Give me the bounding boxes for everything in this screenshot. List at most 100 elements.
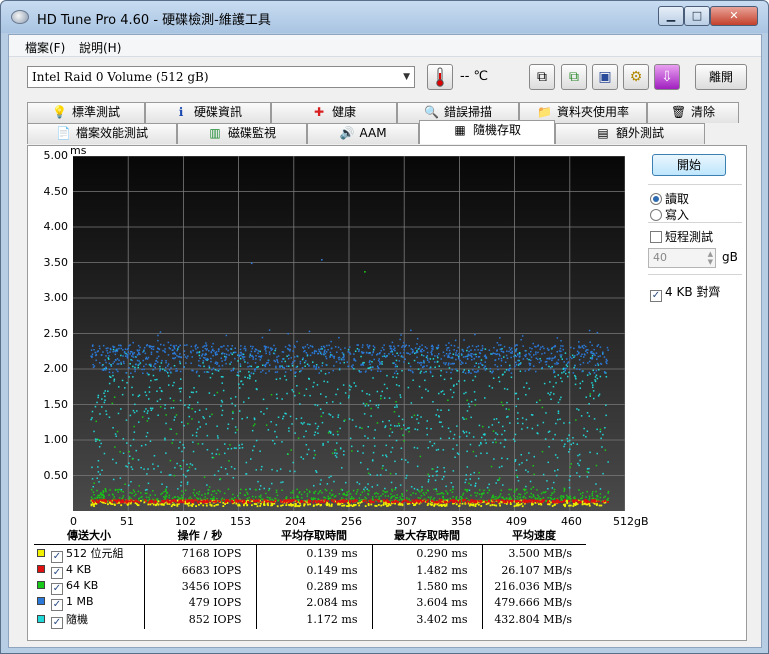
close-button[interactable]: ✕ (710, 6, 758, 26)
menu-help[interactable]: 說明(H) (79, 39, 121, 56)
series-checkbox[interactable]: ✓ (51, 550, 63, 563)
exit-button[interactable]: 離開 (695, 64, 747, 90)
series-checkbox[interactable]: ✓ (51, 582, 63, 595)
data-point (246, 504, 249, 506)
download-button[interactable]: ⇩ (654, 64, 680, 90)
data-point (174, 466, 176, 469)
data-point (467, 353, 470, 356)
tab-bottom-3[interactable]: ▦ 隨機存取 (419, 120, 555, 144)
data-point (95, 354, 97, 357)
tab-bottom-4[interactable]: ▤ 額外測試 (555, 123, 705, 144)
data-point (412, 350, 414, 353)
read-radio[interactable]: 讀取 (650, 190, 689, 207)
data-point (491, 504, 494, 506)
copy-image-icon: ⧉ (569, 69, 579, 85)
data-point (216, 362, 219, 364)
data-point (136, 504, 139, 506)
data-point (401, 504, 404, 507)
copy-text-button[interactable]: ⧉ (529, 64, 555, 90)
data-point (423, 349, 425, 352)
data-point (240, 380, 242, 383)
data-point (262, 398, 265, 401)
data-point (90, 418, 92, 421)
data-point (588, 371, 590, 374)
data-point (257, 480, 259, 483)
short-stroke-checkbox[interactable]: 短程測試 (650, 228, 713, 245)
data-point (446, 492, 449, 494)
data-point (410, 348, 413, 350)
data-point (566, 498, 568, 500)
data-point (567, 361, 570, 363)
data-point (292, 490, 294, 492)
data-point (230, 370, 233, 372)
data-point (280, 504, 282, 507)
data-point (128, 462, 130, 464)
data-point (463, 339, 465, 341)
data-point (257, 366, 259, 368)
start-button[interactable]: 開始 (652, 154, 726, 176)
data-point (389, 351, 392, 353)
data-point (143, 365, 145, 368)
data-point (430, 496, 432, 498)
data-point (362, 364, 365, 366)
data-point (506, 401, 508, 404)
data-point (183, 492, 185, 495)
data-point (211, 490, 214, 493)
data-point (521, 417, 524, 419)
tab-bottom-0[interactable]: 📄 檔案效能測試 (27, 123, 177, 144)
data-point (138, 360, 140, 362)
title-bar[interactable]: HD Tune Pro 4.60 - 硬碟檢測-維護工具 ▁ □ ✕ (1, 1, 768, 33)
data-point (591, 494, 594, 497)
tab-top-2[interactable]: ✚ 健康 (271, 102, 397, 123)
menu-file[interactable]: 檔案(F) (25, 39, 65, 56)
align-4kb-checkbox[interactable]: ✓ 4 KB 對齊 (650, 283, 720, 302)
data-point (115, 435, 117, 437)
data-point (270, 394, 273, 396)
hd-tune-app-icon[interactable] (11, 10, 29, 24)
tab-bottom-2[interactable]: 🔊 AAM (307, 123, 419, 144)
data-point (292, 390, 295, 393)
data-point (337, 388, 339, 391)
data-point (176, 349, 178, 352)
data-point (604, 372, 606, 374)
data-point (325, 396, 327, 398)
short-stroke-spinner[interactable]: 40 ▲ ▼ (648, 248, 716, 268)
data-point (334, 449, 337, 451)
data-point (503, 500, 506, 502)
tab-bottom-1[interactable]: ▥ 磁碟監視 (177, 123, 307, 144)
tab-top-5[interactable]: 🗑 清除 (647, 102, 739, 123)
data-point (532, 465, 534, 467)
data-point (353, 382, 355, 384)
spinner-arrows-icon[interactable]: ▲ ▼ (708, 250, 713, 266)
series-checkbox[interactable]: ✓ (51, 566, 63, 579)
data-point (102, 344, 105, 347)
tab-top-0[interactable]: 💡 標準測試 (27, 102, 145, 123)
data-point (124, 387, 126, 389)
data-point (116, 489, 119, 491)
data-point (252, 358, 254, 360)
save-button[interactable]: ▣ (592, 64, 618, 90)
maximize-button[interactable]: □ (684, 6, 710, 26)
data-point (255, 355, 257, 357)
data-point (216, 497, 218, 500)
series-checkbox[interactable]: ✓ (51, 616, 63, 629)
data-point (342, 501, 344, 504)
options-button[interactable]: ⚙ (623, 64, 649, 90)
copy-screenshot-button[interactable]: ⧉ (561, 64, 587, 90)
data-point (583, 356, 585, 358)
data-point (112, 427, 114, 429)
data-point (356, 348, 359, 350)
write-radio[interactable]: 寫入 (650, 206, 689, 223)
data-point (269, 364, 271, 366)
tab-top-1[interactable]: ℹ 硬碟資訊 (145, 102, 271, 123)
data-point (383, 352, 386, 355)
series-checkbox[interactable]: ✓ (51, 598, 63, 611)
data-point (554, 375, 556, 378)
data-point (381, 361, 383, 363)
data-point (164, 498, 166, 500)
thermometer-button[interactable] (427, 64, 453, 90)
data-point (255, 439, 258, 442)
drive-select[interactable]: Intel Raid 0 Volume (512 gB) ▼ (27, 66, 415, 88)
minimize-button[interactable]: ▁ (658, 6, 684, 26)
data-point (492, 441, 494, 444)
